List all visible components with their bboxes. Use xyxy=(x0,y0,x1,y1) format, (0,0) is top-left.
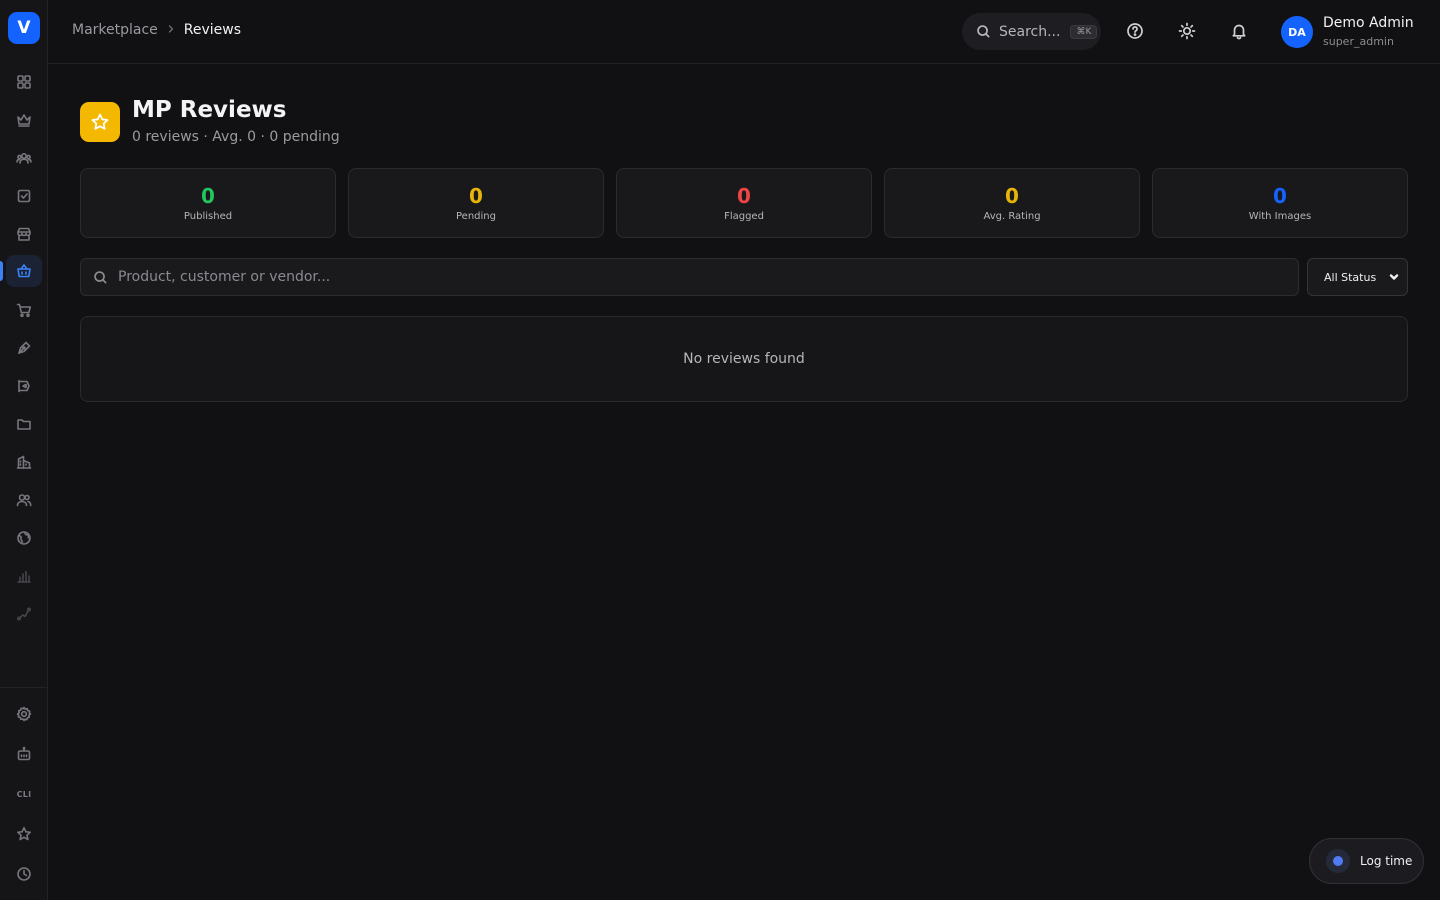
notification-bell-icon[interactable] xyxy=(1228,20,1250,42)
active-nav-indicator xyxy=(0,261,3,281)
cli-label: CLI xyxy=(16,789,32,799)
trend-icon[interactable] xyxy=(6,598,42,630)
status-filter-value: All Status xyxy=(1324,270,1377,284)
stat-card-with-images: 0 With Images xyxy=(1152,168,1408,238)
bar-chart-icon[interactable] xyxy=(6,560,42,592)
team-icon[interactable] xyxy=(6,142,42,174)
star-icon[interactable] xyxy=(6,818,42,850)
theme-sun-icon[interactable] xyxy=(1176,20,1198,42)
page-title: MP Reviews xyxy=(132,97,287,123)
sidebar-divider xyxy=(0,687,48,688)
breadcrumb: Marketplace Reviews xyxy=(72,22,241,38)
sidebar: V CLI xyxy=(0,0,48,900)
global-search-button[interactable]: Search... ⌘K xyxy=(962,13,1101,50)
folder-icon[interactable] xyxy=(6,408,42,440)
stat-card-published: 0 Published xyxy=(80,168,336,238)
search-icon xyxy=(977,25,990,38)
stat-label: Flagged xyxy=(724,211,764,222)
app-logo[interactable]: V xyxy=(8,12,40,44)
clock-icon[interactable] xyxy=(6,858,42,890)
chevron-down-icon xyxy=(1389,274,1399,280)
users-icon[interactable] xyxy=(6,484,42,516)
stat-value: 0 xyxy=(1273,184,1287,208)
cli-icon[interactable]: CLI xyxy=(6,778,42,810)
review-search-box xyxy=(80,258,1299,296)
crown-icon[interactable] xyxy=(6,104,42,136)
top-header: Marketplace Reviews Search... ⌘K DA Demo… xyxy=(48,0,1440,64)
stat-label: Published xyxy=(183,211,233,222)
stat-label: Avg. Rating xyxy=(983,211,1041,222)
stat-card-flagged: 0 Flagged xyxy=(616,168,872,238)
breadcrumb-marketplace[interactable]: Marketplace xyxy=(72,22,158,38)
help-icon[interactable] xyxy=(1124,20,1146,42)
status-filter-select[interactable]: All Status xyxy=(1307,258,1408,296)
user-avatar[interactable]: DA xyxy=(1281,16,1313,48)
dashboard-grid-icon[interactable] xyxy=(6,66,42,98)
user-name[interactable]: Demo Admin xyxy=(1323,15,1414,31)
stat-value: 0 xyxy=(1005,184,1019,208)
stat-card-avg-rating: 0 Avg. Rating xyxy=(884,168,1140,238)
global-search-placeholder: Search... xyxy=(999,23,1061,40)
cart-icon[interactable] xyxy=(6,294,42,326)
breadcrumb-reviews: Reviews xyxy=(183,22,242,38)
log-time-button[interactable]: Log time xyxy=(1309,838,1424,884)
robot-icon[interactable] xyxy=(6,738,42,770)
search-shortcut-badge: ⌘K xyxy=(1070,24,1098,39)
empty-state-message: No reviews found xyxy=(683,351,805,367)
pen-tool-icon[interactable] xyxy=(6,332,42,364)
store-icon[interactable] xyxy=(6,218,42,250)
stat-card-pending: 0 Pending xyxy=(348,168,604,238)
shopping-bag-icon[interactable] xyxy=(6,255,42,287)
globe-icon[interactable] xyxy=(6,522,42,554)
stat-label: With Images xyxy=(1248,211,1312,222)
search-icon xyxy=(94,270,107,283)
settings-gear-icon[interactable] xyxy=(6,698,42,730)
user-role: super_admin xyxy=(1323,35,1394,48)
stat-value: 0 xyxy=(201,184,215,208)
campaign-icon[interactable] xyxy=(6,370,42,402)
review-search-input[interactable] xyxy=(118,269,1268,285)
chevron-right-icon xyxy=(166,23,176,37)
page-subtitle: 0 reviews · Avg. 0 · 0 pending xyxy=(132,129,340,145)
timer-dot-icon xyxy=(1326,849,1350,873)
reviews-star-icon xyxy=(80,102,120,142)
reviews-list-panel: No reviews found xyxy=(80,316,1408,402)
building-icon[interactable] xyxy=(6,446,42,478)
task-check-icon[interactable] xyxy=(6,180,42,212)
stat-value: 0 xyxy=(469,184,483,208)
log-time-label: Log time xyxy=(1360,854,1413,868)
stat-label: Pending xyxy=(456,211,496,222)
stat-value: 0 xyxy=(737,184,751,208)
